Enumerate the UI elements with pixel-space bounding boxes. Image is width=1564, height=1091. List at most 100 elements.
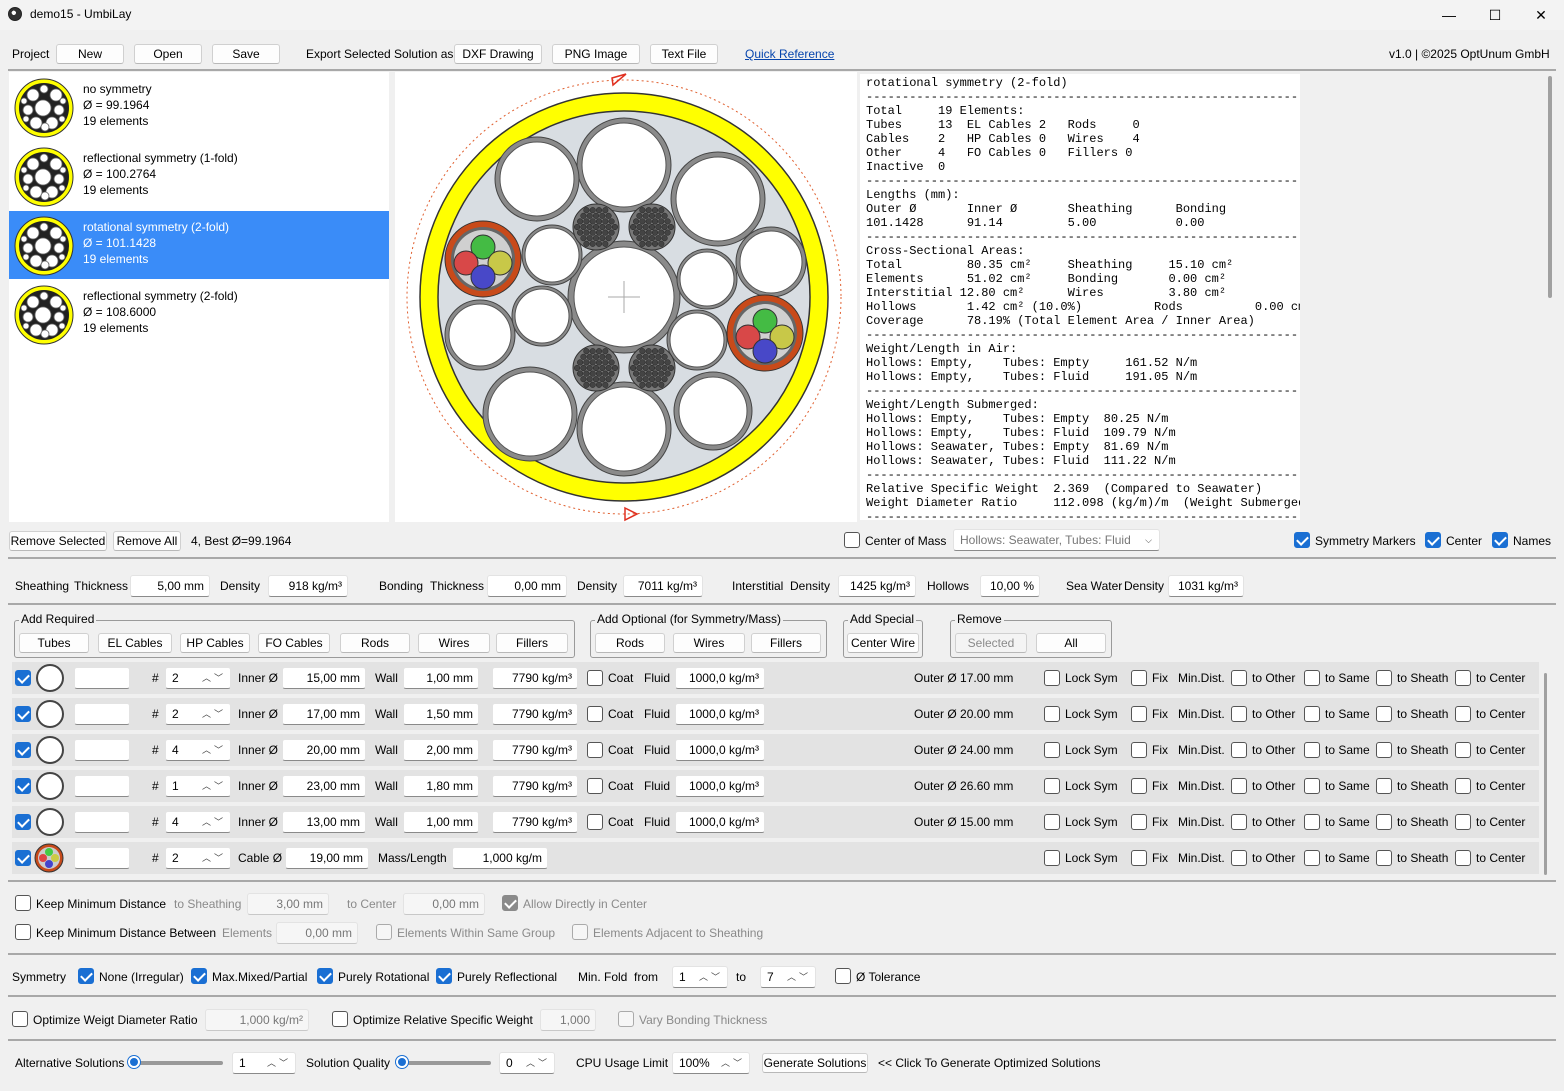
fix-checkbox[interactable] <box>1131 778 1147 794</box>
interstitial-density-input[interactable]: 1425 kg/m³ <box>838 575 916 597</box>
add-wires-button[interactable]: Wires <box>418 633 490 653</box>
solution-quality-spinner[interactable]: 0 ︿﹀ <box>499 1052 555 1074</box>
keep-min-between-checkbox[interactable] <box>15 924 31 940</box>
fold-from-spinner[interactable]: 1 ︿﹀ <box>672 966 728 988</box>
count-spinner[interactable]: 2 ︿﹀ <box>165 703 231 725</box>
mass-length-input[interactable]: 1,000 kg/m <box>452 847 548 869</box>
to-sheath-checkbox[interactable] <box>1376 814 1392 830</box>
inner-diameter-input[interactable]: 15,00 mm <box>282 667 366 689</box>
add-el-cables-button[interactable]: EL Cables <box>98 633 172 653</box>
density-input[interactable]: 7790 kg/m³ <box>492 667 578 689</box>
count-spinner[interactable]: 2 ︿﹀ <box>165 847 231 869</box>
bonding-density-input[interactable]: 7011 kg/m³ <box>623 575 703 597</box>
density-input[interactable]: 7790 kg/m³ <box>492 703 578 725</box>
element-name-input[interactable] <box>74 811 130 833</box>
coat-checkbox[interactable] <box>587 742 603 758</box>
to-center-checkbox[interactable] <box>1455 778 1471 794</box>
adjacent-sheathing-checkbox[interactable] <box>572 924 588 940</box>
hollows-percent-input[interactable]: 10,00 % <box>980 575 1040 597</box>
inner-diameter-input[interactable]: 17,00 mm <box>282 703 366 725</box>
quick-reference-link[interactable]: Quick Reference <box>745 46 834 62</box>
add-optional-fillers-button[interactable]: Fillers <box>751 633 821 653</box>
element-row[interactable]: # 1 ︿﹀ Inner Ø 23,00 mm Wall 1,80 mm 7790 … <box>12 770 1539 802</box>
fluid-density-input[interactable]: 1000,0 kg/m³ <box>675 811 765 833</box>
export-text-button[interactable]: Text File <box>650 44 718 64</box>
sheathing-thickness-input[interactable]: 5,00 mm <box>130 575 210 597</box>
element-enabled-checkbox[interactable] <box>15 814 31 830</box>
lock-sym-checkbox[interactable] <box>1044 850 1060 866</box>
wall-input[interactable]: 1,50 mm <box>403 703 479 725</box>
to-sheath-checkbox[interactable] <box>1376 670 1392 686</box>
element-enabled-checkbox[interactable] <box>15 778 31 794</box>
maximize-button[interactable]: ☐ <box>1472 0 1518 30</box>
count-spinner[interactable]: 4 ︿﹀ <box>165 739 231 761</box>
element-row[interactable]: # 2 ︿﹀ Inner Ø 17,00 mm Wall 1,50 mm 7790 … <box>12 698 1539 730</box>
solution-item[interactable]: reflectional symmetry (2-fold) Ø = 108.6… <box>9 280 389 348</box>
slider-knob[interactable] <box>396 1056 408 1068</box>
spinner-arrows-icon[interactable]: ︿﹀ <box>202 848 226 868</box>
remove-all-elements-button[interactable]: All <box>1036 633 1106 653</box>
save-button[interactable]: Save <box>212 44 280 64</box>
add-fo-cables-button[interactable]: FO Cables <box>258 633 330 653</box>
alternative-solutions-slider[interactable] <box>128 1056 223 1068</box>
open-button[interactable]: Open <box>134 44 202 64</box>
element-enabled-checkbox[interactable] <box>15 670 31 686</box>
solution-quality-slider[interactable] <box>396 1056 491 1068</box>
add-optional-rods-button[interactable]: Rods <box>595 633 665 653</box>
spinner-arrows-icon[interactable]: ︿﹀ <box>526 1053 550 1073</box>
sheathing-density-input[interactable]: 918 kg/m³ <box>268 575 348 597</box>
to-center-checkbox[interactable] <box>1455 706 1471 722</box>
element-name-input[interactable] <box>74 847 130 869</box>
lock-sym-checkbox[interactable] <box>1044 778 1060 794</box>
add-center-wire-button[interactable]: Center Wire <box>847 633 919 653</box>
symmetry-rotational-checkbox[interactable] <box>317 968 333 984</box>
alternative-solutions-spinner[interactable]: 1 ︿﹀ <box>232 1052 296 1074</box>
to-sheath-checkbox[interactable] <box>1376 706 1392 722</box>
to-same-checkbox[interactable] <box>1304 778 1320 794</box>
lock-sym-checkbox[interactable] <box>1044 670 1060 686</box>
solution-item[interactable]: no symmetry Ø = 99.1964 19 elements <box>9 73 389 141</box>
to-other-checkbox[interactable] <box>1231 778 1247 794</box>
count-spinner[interactable]: 4 ︿﹀ <box>165 811 231 833</box>
sea-water-density-input[interactable]: 1031 kg/m³ <box>1168 575 1244 597</box>
to-same-checkbox[interactable] <box>1304 670 1320 686</box>
to-other-checkbox[interactable] <box>1231 706 1247 722</box>
density-input[interactable]: 7790 kg/m³ <box>492 775 578 797</box>
fix-checkbox[interactable] <box>1131 742 1147 758</box>
to-sheath-checkbox[interactable] <box>1376 850 1392 866</box>
coat-checkbox[interactable] <box>587 706 603 722</box>
add-hp-cables-button[interactable]: HP Cables <box>180 633 250 653</box>
fluid-density-input[interactable]: 1000,0 kg/m³ <box>675 667 765 689</box>
symmetry-markers-checkbox[interactable] <box>1294 532 1310 548</box>
coat-checkbox[interactable] <box>587 670 603 686</box>
to-other-checkbox[interactable] <box>1231 670 1247 686</box>
export-png-button[interactable]: PNG Image <box>552 44 640 64</box>
elements-scrollbar[interactable] <box>1544 673 1547 875</box>
center-checkbox[interactable] <box>1425 532 1441 548</box>
to-center-checkbox[interactable] <box>1455 742 1471 758</box>
wall-input[interactable]: 1,00 mm <box>403 667 479 689</box>
allow-center-checkbox[interactable] <box>502 895 518 911</box>
to-same-checkbox[interactable] <box>1304 742 1320 758</box>
to-same-checkbox[interactable] <box>1304 850 1320 866</box>
solution-item[interactable]: rotational symmetry (2-fold) Ø = 101.142… <box>9 211 389 279</box>
fluid-density-input[interactable]: 1000,0 kg/m³ <box>675 703 765 725</box>
element-row[interactable]: # 4 ︿﹀ Inner Ø 20,00 mm Wall 2,00 mm 7790 … <box>12 734 1539 766</box>
to-center-input[interactable]: 0,00 mm <box>403 893 485 915</box>
cable-drawing-panel[interactable] <box>395 72 857 522</box>
count-spinner[interactable]: 2 ︿﹀ <box>165 667 231 689</box>
element-row[interactable]: # 2 ︿﹀ Inner Ø 15,00 mm Wall 1,00 mm 7790 … <box>12 662 1539 694</box>
lock-sym-checkbox[interactable] <box>1044 814 1060 830</box>
to-sheathing-input[interactable]: 3,00 mm <box>247 893 329 915</box>
add-tubes-button[interactable]: Tubes <box>19 633 89 653</box>
to-same-checkbox[interactable] <box>1304 706 1320 722</box>
to-other-checkbox[interactable] <box>1231 814 1247 830</box>
coat-checkbox[interactable] <box>587 814 603 830</box>
spinner-arrows-icon[interactable]: ︿﹀ <box>202 812 226 832</box>
coat-checkbox[interactable] <box>587 778 603 794</box>
lock-sym-checkbox[interactable] <box>1044 742 1060 758</box>
wall-input[interactable]: 1,00 mm <box>403 811 479 833</box>
cpu-usage-spinner[interactable]: 100% ︿﹀ <box>672 1052 750 1074</box>
fluid-density-input[interactable]: 1000,0 kg/m³ <box>675 739 765 761</box>
symmetry-reflectional-checkbox[interactable] <box>436 968 452 984</box>
